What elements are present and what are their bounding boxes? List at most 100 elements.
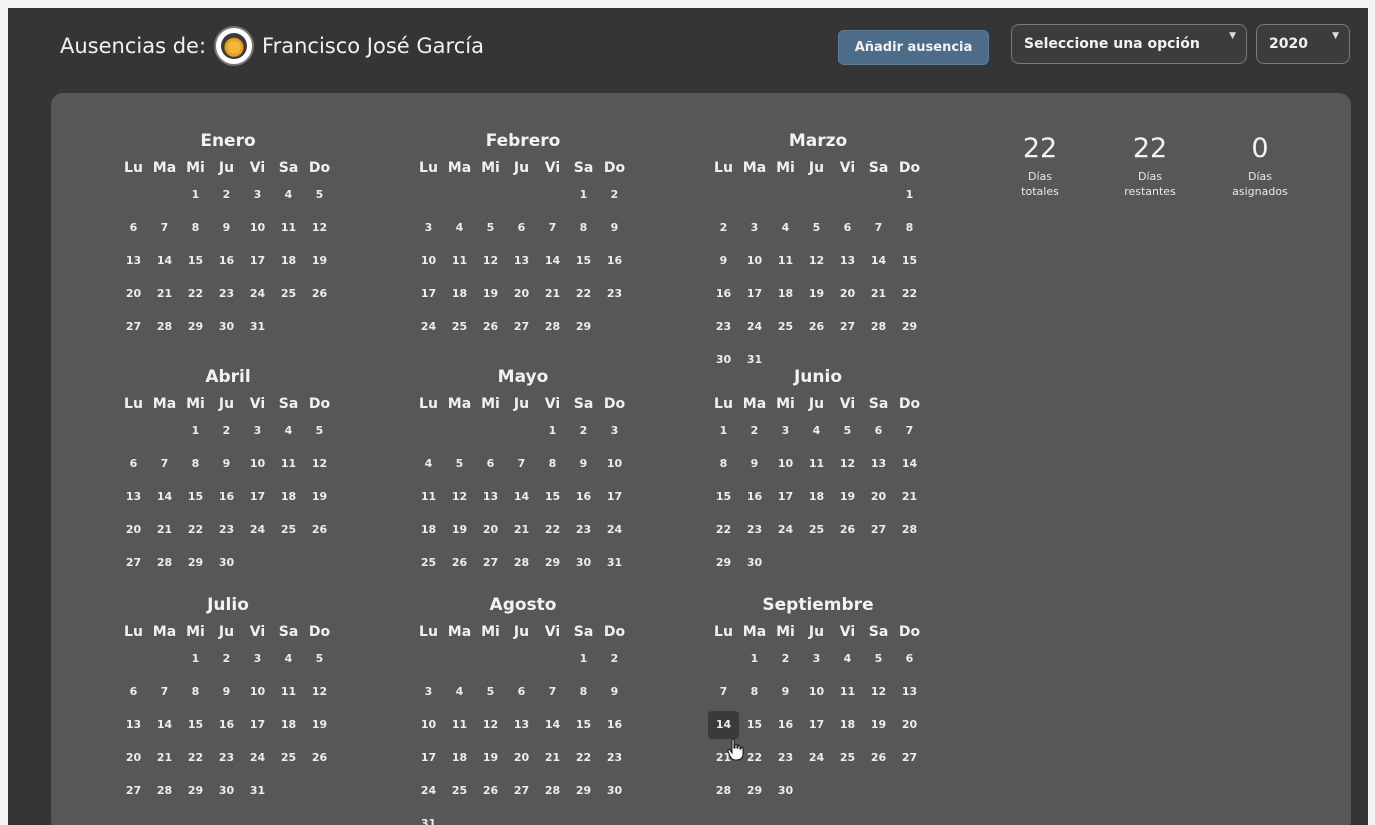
day-cell[interactable]: 29 — [180, 777, 211, 810]
day-cell[interactable]: 15 — [894, 247, 925, 280]
day-cell[interactable]: 3 — [242, 181, 273, 214]
day-cell[interactable]: 7 — [149, 214, 180, 247]
day-cell[interactable]: 12 — [475, 711, 506, 744]
day-cell[interactable]: 16 — [599, 711, 630, 744]
day-cell[interactable]: 9 — [770, 678, 801, 711]
day-cell[interactable]: 27 — [118, 549, 149, 582]
day-cell[interactable]: 14 — [894, 450, 925, 483]
day-cell[interactable]: 18 — [273, 711, 304, 744]
option-select[interactable]: Seleccione una opción ▼ — [1011, 24, 1247, 64]
day-cell[interactable]: 2 — [708, 214, 739, 247]
day-cell[interactable]: 22 — [568, 280, 599, 313]
day-cell[interactable]: 16 — [770, 711, 801, 744]
day-cell[interactable]: 30 — [568, 549, 599, 582]
day-cell[interactable]: 8 — [739, 678, 770, 711]
day-cell[interactable]: 20 — [506, 280, 537, 313]
day-cell[interactable]: 3 — [242, 645, 273, 678]
day-cell[interactable]: 26 — [475, 777, 506, 810]
day-cell[interactable]: 29 — [180, 549, 211, 582]
day-cell[interactable]: 15 — [537, 483, 568, 516]
day-cell[interactable]: 14 — [708, 711, 739, 739]
day-cell[interactable]: 11 — [801, 450, 832, 483]
day-cell[interactable]: 26 — [444, 549, 475, 582]
day-cell[interactable]: 8 — [568, 678, 599, 711]
day-cell[interactable]: 27 — [506, 313, 537, 346]
day-cell[interactable]: 16 — [211, 711, 242, 744]
day-cell[interactable]: 10 — [739, 247, 770, 280]
day-cell[interactable]: 30 — [211, 313, 242, 346]
day-cell[interactable]: 1 — [708, 417, 739, 450]
day-cell[interactable]: 30 — [211, 549, 242, 582]
day-cell[interactable]: 13 — [118, 711, 149, 744]
day-cell[interactable]: 5 — [475, 678, 506, 711]
day-cell[interactable]: 17 — [413, 744, 444, 777]
day-cell[interactable]: 24 — [242, 516, 273, 549]
day-cell[interactable]: 8 — [180, 450, 211, 483]
day-cell[interactable]: 1 — [568, 645, 599, 678]
day-cell[interactable]: 24 — [413, 777, 444, 810]
day-cell[interactable]: 27 — [118, 777, 149, 810]
day-cell[interactable]: 14 — [149, 483, 180, 516]
day-cell[interactable]: 23 — [599, 280, 630, 313]
day-cell[interactable]: 13 — [894, 678, 925, 711]
day-cell[interactable]: 7 — [537, 214, 568, 247]
day-cell[interactable]: 22 — [708, 516, 739, 549]
day-cell[interactable]: 22 — [894, 280, 925, 313]
day-cell[interactable]: 28 — [149, 549, 180, 582]
day-cell[interactable]: 13 — [506, 247, 537, 280]
day-cell[interactable]: 6 — [118, 678, 149, 711]
day-cell[interactable]: 10 — [801, 678, 832, 711]
day-cell[interactable]: 10 — [413, 247, 444, 280]
day-cell[interactable]: 7 — [894, 417, 925, 450]
day-cell[interactable]: 8 — [708, 450, 739, 483]
day-cell[interactable]: 1 — [537, 417, 568, 450]
day-cell[interactable]: 9 — [211, 678, 242, 711]
day-cell[interactable]: 19 — [304, 247, 335, 280]
day-cell[interactable]: 12 — [801, 247, 832, 280]
day-cell[interactable]: 24 — [801, 744, 832, 777]
day-cell[interactable]: 25 — [770, 313, 801, 346]
day-cell[interactable]: 23 — [211, 744, 242, 777]
day-cell[interactable]: 22 — [537, 516, 568, 549]
day-cell[interactable]: 4 — [770, 214, 801, 247]
day-cell[interactable]: 28 — [149, 313, 180, 346]
day-cell[interactable]: 10 — [242, 678, 273, 711]
day-cell[interactable]: 30 — [739, 549, 770, 582]
day-cell[interactable]: 2 — [599, 181, 630, 214]
day-cell[interactable]: 20 — [863, 483, 894, 516]
day-cell[interactable]: 24 — [770, 516, 801, 549]
day-cell[interactable]: 16 — [599, 247, 630, 280]
day-cell[interactable]: 27 — [506, 777, 537, 810]
day-cell[interactable]: 24 — [413, 313, 444, 346]
day-cell[interactable]: 17 — [413, 280, 444, 313]
day-cell[interactable]: 24 — [599, 516, 630, 549]
day-cell[interactable]: 2 — [739, 417, 770, 450]
day-cell[interactable]: 5 — [304, 645, 335, 678]
day-cell[interactable]: 5 — [304, 417, 335, 450]
day-cell[interactable]: 20 — [118, 744, 149, 777]
day-cell[interactable]: 11 — [413, 483, 444, 516]
day-cell[interactable]: 25 — [273, 744, 304, 777]
day-cell[interactable]: 6 — [506, 678, 537, 711]
day-cell[interactable]: 22 — [180, 516, 211, 549]
day-cell[interactable]: 12 — [832, 450, 863, 483]
day-cell[interactable]: 16 — [211, 247, 242, 280]
day-cell[interactable]: 14 — [863, 247, 894, 280]
day-cell[interactable]: 12 — [475, 247, 506, 280]
day-cell[interactable]: 1 — [894, 181, 925, 214]
day-cell[interactable]: 26 — [304, 744, 335, 777]
day-cell[interactable]: 2 — [211, 417, 242, 450]
day-cell[interactable]: 6 — [506, 214, 537, 247]
day-cell[interactable]: 16 — [708, 280, 739, 313]
day-cell[interactable]: 4 — [444, 214, 475, 247]
day-cell[interactable]: 18 — [801, 483, 832, 516]
day-cell[interactable]: 9 — [211, 214, 242, 247]
day-cell[interactable]: 3 — [599, 417, 630, 450]
day-cell[interactable]: 9 — [599, 678, 630, 711]
day-cell[interactable]: 14 — [506, 483, 537, 516]
day-cell[interactable]: 11 — [273, 678, 304, 711]
day-cell[interactable]: 13 — [118, 247, 149, 280]
day-cell[interactable]: 15 — [568, 247, 599, 280]
day-cell[interactable]: 9 — [708, 247, 739, 280]
day-cell[interactable]: 31 — [413, 810, 444, 825]
